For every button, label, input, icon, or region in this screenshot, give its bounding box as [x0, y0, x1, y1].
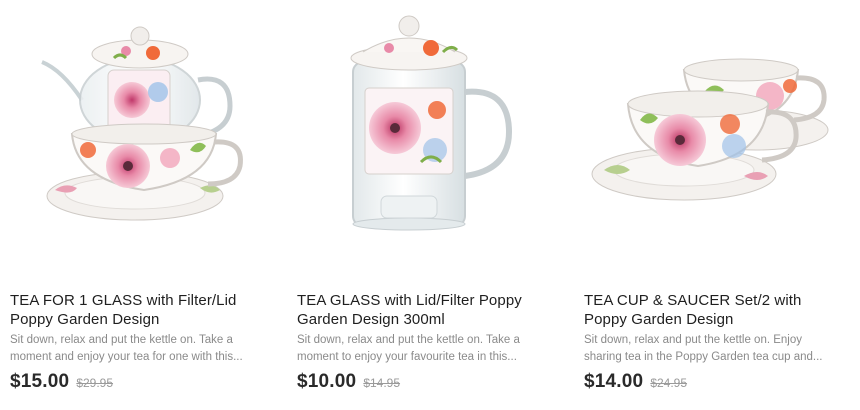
- price-row: $15.00 $29.95: [10, 371, 113, 397]
- product-card[interactable]: TEA CUP & SAUCER Set/2 with Poppy Garden…: [584, 0, 844, 410]
- product-image-teapot-with-cup[interactable]: [10, 0, 270, 260]
- price-row: $14.00 $24.95: [584, 371, 687, 397]
- product-grid: TEA FOR 1 GLASS with Filter/Lid Poppy Ga…: [0, 0, 860, 410]
- cup-and-saucer-set-image: [591, 58, 829, 201]
- original-price: $29.95: [76, 376, 114, 390]
- price-row: $10.00 $14.95: [297, 371, 400, 397]
- teapot-with-cup-image: [41, 26, 243, 221]
- product-description: Sit down, relax and put the kettle on. T…: [10, 334, 243, 363]
- product-image-glass-mug[interactable]: [297, 0, 557, 260]
- sale-price: $10.00: [297, 371, 357, 392]
- product-card[interactable]: TEA GLASS with Lid/Filter Poppy Garden D…: [297, 0, 557, 410]
- original-price: $14.95: [363, 376, 401, 390]
- sale-price: $15.00: [10, 371, 70, 392]
- product-image-cup-and-saucer-set[interactable]: [584, 0, 844, 260]
- product-title[interactable]: TEA CUP & SAUCER Set/2 with Poppy Garden…: [584, 291, 839, 329]
- product-card[interactable]: TEA FOR 1 GLASS with Filter/Lid Poppy Ga…: [10, 0, 270, 410]
- sale-price: $14.00: [584, 371, 644, 392]
- product-description: Sit down, relax and put the kettle on. E…: [584, 334, 823, 363]
- product-description: Sit down, relax and put the kettle on. T…: [297, 334, 520, 363]
- original-price: $24.95: [650, 376, 688, 390]
- product-title[interactable]: TEA FOR 1 GLASS with Filter/Lid Poppy Ga…: [10, 291, 265, 329]
- glass-mug-with-infuser-image: [350, 15, 513, 231]
- product-title[interactable]: TEA GLASS with Lid/Filter Poppy Garden D…: [297, 291, 552, 329]
